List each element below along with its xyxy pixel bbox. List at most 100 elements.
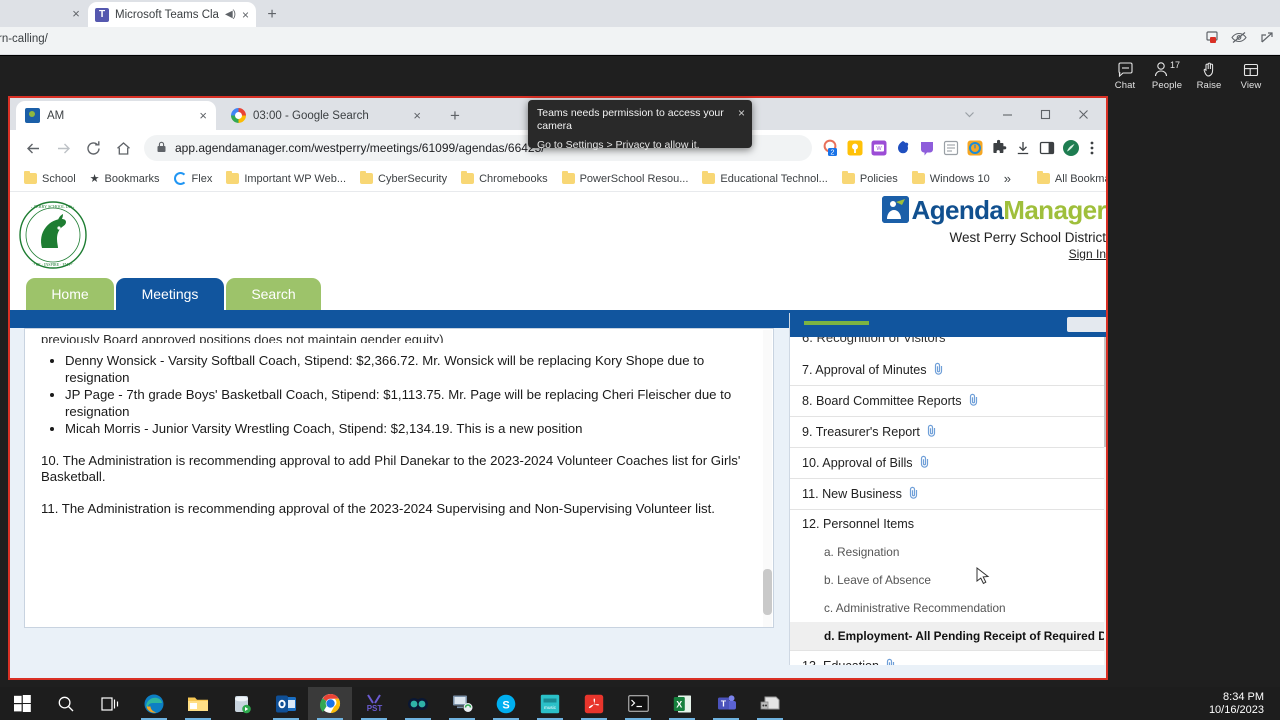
printer-taskbar-icon[interactable] [748, 687, 792, 720]
sidebar-toolbar-button[interactable] [1067, 317, 1106, 332]
edge-taskbar-icon[interactable] [132, 687, 176, 720]
bookmark-cybersecurity[interactable]: CyberSecurity [354, 171, 453, 187]
close-icon[interactable] [1064, 100, 1102, 128]
taskbar-clock[interactable]: 8:34 PM 10/16/2023 [1209, 687, 1264, 720]
start-button[interactable] [0, 687, 44, 720]
close-icon[interactable]: × [191, 108, 207, 123]
home-button[interactable] [108, 133, 138, 163]
sidebar-item-employment-pending-documentation[interactable]: d. Employment- All Pending Receipt of Re… [790, 622, 1106, 650]
sidepanel-icon[interactable] [1038, 139, 1056, 157]
teams-control-view[interactable]: View [1230, 57, 1272, 91]
puzzle-extensions-icon[interactable] [990, 139, 1008, 157]
agenda-document-pane[interactable]: previously Board approved positions does… [24, 328, 774, 628]
bookmark-powerschool-resources[interactable]: PowerSchool Resou... [556, 171, 695, 187]
task-view-button[interactable] [88, 687, 132, 720]
background-url-text: rn-calling/ [0, 33, 48, 45]
close-icon[interactable]: × [242, 8, 249, 22]
purple-extension-icon[interactable] [918, 139, 936, 157]
folder-icon [24, 171, 37, 184]
bookmarks-overflow-button[interactable]: » [998, 171, 1017, 186]
search-button[interactable] [44, 687, 88, 720]
bookmark-educational-technology[interactable]: Educational Technol... [696, 171, 833, 187]
sidebar-item-approval-of-minutes[interactable]: 7. Approval of Minutes [790, 355, 1106, 386]
sign-in-link[interactable]: Sign In [882, 247, 1106, 261]
sidebar-item-board-committee-reports[interactable]: 8. Board Committee Reports [790, 386, 1106, 417]
attachment-icon[interactable] [920, 455, 930, 471]
sidebar-item-approval-of-bills[interactable]: 10. Approval of Bills [790, 448, 1106, 479]
sidebar-item-resignation[interactable]: a. Resignation [790, 538, 1106, 566]
browser-tab-google-search[interactable]: 03:00 - Google Search × [222, 101, 430, 130]
back-button[interactable] [18, 133, 48, 163]
nav-tab-meetings[interactable]: Meetings [116, 278, 224, 310]
bookmark-flex[interactable]: Flex [168, 170, 219, 187]
browser-tab-am[interactable]: AM × [16, 101, 216, 130]
people-count-badge: 17 [1169, 60, 1180, 70]
close-icon[interactable]: × [405, 108, 421, 123]
attachment-icon[interactable] [927, 424, 937, 440]
outlook-taskbar-icon[interactable] [264, 687, 308, 720]
sidebar-item-administrative-recommendation[interactable]: c. Administrative Recommendation [790, 594, 1106, 622]
sidebar-item-education[interactable]: 13. Education [790, 650, 1106, 665]
sidebar-item-leave-of-absence[interactable]: b. Leave of Absence [790, 566, 1106, 594]
bookmark-windows-10[interactable]: Windows 10 [906, 171, 996, 187]
sidebar-item-new-business[interactable]: 11. New Business [790, 479, 1106, 510]
browser-tab-google-search-title: 03:00 - Google Search [253, 109, 369, 122]
terminal-taskbar-icon[interactable] [616, 687, 660, 720]
adobe-reader-taskbar-icon[interactable] [572, 687, 616, 720]
chrome-taskbar-icon[interactable] [308, 687, 352, 720]
bookmark-important-wp-web[interactable]: Important WP Web... [220, 171, 352, 187]
teams-control-view-label: View [1240, 80, 1262, 91]
background-new-tab-button[interactable]: + [262, 5, 282, 25]
teams-control-raise[interactable]: Raise [1188, 57, 1230, 91]
nav-tab-home[interactable]: Home [26, 278, 114, 310]
sidebar-scrollbar-thumb[interactable] [1104, 337, 1106, 447]
file-explorer-taskbar-icon[interactable] [176, 687, 220, 720]
attachment-icon[interactable] [969, 393, 979, 409]
bookmark-chromebooks[interactable]: Chromebooks [455, 171, 553, 187]
kami-icon[interactable] [894, 139, 912, 157]
keeper-icon[interactable] [846, 139, 864, 157]
excel-taskbar-icon[interactable]: X [660, 687, 704, 720]
remote-desktop-taskbar-icon[interactable] [440, 687, 484, 720]
backup-app-taskbar-icon[interactable] [220, 687, 264, 720]
new-tab-button[interactable]: + [444, 105, 466, 127]
background-tab-teams[interactable]: Microsoft Teams Classic ◀) × [88, 2, 256, 27]
grammarly-icon[interactable]: 2 [822, 139, 840, 157]
reload-button[interactable] [78, 133, 108, 163]
attachment-icon[interactable] [934, 362, 944, 378]
nav-tab-search[interactable]: Search [226, 278, 321, 310]
profile-avatar[interactable] [1062, 139, 1080, 157]
minimize-icon[interactable] [988, 100, 1026, 128]
chevron-down-icon[interactable] [950, 100, 988, 128]
pst-taskbar-icon[interactable]: PST [352, 687, 396, 720]
attachment-icon[interactable] [886, 658, 896, 665]
sidebar-item-treasurers-report[interactable]: 9. Treasurer's Report [790, 417, 1106, 448]
bookmark-bookmarks[interactable]: ★ Bookmarks [84, 170, 166, 187]
teams-control-chat[interactable]: Chat [1104, 57, 1146, 91]
teams-control-people[interactable]: 17 People [1146, 57, 1188, 92]
attachment-icon[interactable] [909, 486, 919, 502]
skype-taskbar-icon[interactable]: S [484, 687, 528, 720]
media-cast-icon[interactable] [1203, 31, 1218, 44]
teal-app-taskbar-icon[interactable]: music [528, 687, 572, 720]
reader-icon[interactable] [942, 139, 960, 157]
bookmark-all-bookmarks[interactable]: All Bookmarks [1031, 171, 1106, 187]
share-icon[interactable] [1260, 31, 1274, 44]
document-scrollbar-thumb[interactable] [763, 569, 772, 615]
bookmark-policies[interactable]: Policies [836, 171, 904, 187]
background-tab-partial-close[interactable]: × [68, 6, 84, 22]
sidebar-clipped-item[interactable]: 6. Recognition of Visitors [790, 337, 1106, 355]
speaker-icon[interactable]: ◀) [225, 9, 236, 20]
bookmark-school[interactable]: School [18, 171, 82, 187]
chrome-menu-icon[interactable] [1086, 139, 1098, 157]
download-icon[interactable] [1014, 139, 1032, 157]
teams-taskbar-icon[interactable]: T [704, 687, 748, 720]
close-icon[interactable]: × [738, 106, 745, 120]
maximize-icon[interactable] [1026, 100, 1064, 128]
wevideo-icon[interactable]: W [870, 139, 888, 157]
screencastify-icon[interactable] [966, 139, 984, 157]
sidebar-item-personnel-items[interactable]: 12. Personnel Items [790, 510, 1106, 538]
forward-button[interactable] [48, 133, 78, 163]
eye-slash-icon[interactable] [1231, 31, 1247, 44]
webex-taskbar-icon[interactable] [396, 687, 440, 720]
